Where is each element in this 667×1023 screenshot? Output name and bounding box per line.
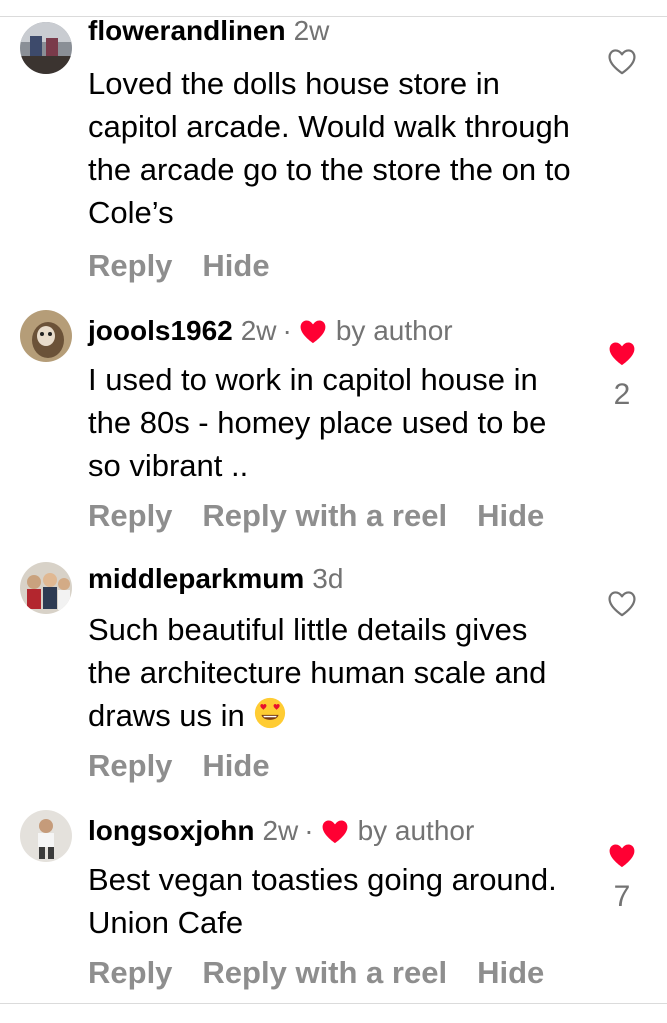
liked-by-author-label: by author	[335, 315, 453, 346]
comment-actions: Reply Hide	[88, 748, 270, 784]
comment-username[interactable]: middleparkmum	[88, 562, 304, 596]
reply-button[interactable]: Reply	[88, 248, 172, 284]
avatar[interactable]	[20, 22, 72, 74]
like-count: 7	[613, 880, 631, 913]
comment-time: 2w	[240, 315, 277, 346]
comment-header: middleparkmum 3d	[88, 562, 343, 596]
reply-button[interactable]: Reply	[88, 748, 172, 784]
comment-actions: Reply Reply with a reel Hide	[88, 498, 544, 534]
comment-actions: Reply Reply with a reel Hide	[88, 955, 544, 991]
comment-actions: Reply Hide	[88, 248, 270, 284]
comment-time: 3d	[312, 563, 344, 594]
heart-eyes-emoji-icon	[255, 697, 286, 729]
comment-header: joools1962 2w · by author	[88, 314, 453, 348]
reply-button[interactable]: Reply	[88, 498, 172, 534]
comment-username[interactable]: longsoxjohn	[88, 814, 254, 848]
heart-outline-icon	[608, 49, 636, 75]
comment-text: I used to work in capitol house in the 8…	[88, 362, 547, 483]
hide-button[interactable]: Hide	[477, 955, 544, 991]
like-button[interactable]: 7	[604, 842, 640, 914]
like-button[interactable]	[604, 48, 640, 80]
hide-button[interactable]: Hide	[477, 498, 544, 534]
heart-filled-icon	[609, 342, 635, 366]
heart-filled-icon	[322, 819, 347, 843]
reply-with-reel-button[interactable]: Reply with a reel	[202, 498, 447, 534]
heart-outline-icon	[608, 591, 636, 617]
separator-dot: ·	[282, 315, 292, 346]
bottom-divider	[0, 1003, 667, 1004]
comment-time: 2w	[262, 815, 299, 846]
comment-header: longsoxjohn 2w · by author	[88, 814, 474, 848]
avatar[interactable]	[20, 810, 72, 862]
comment-username[interactable]: flowerandlinen	[88, 14, 286, 48]
heart-filled-icon	[300, 319, 326, 343]
separator-dot: ·	[304, 815, 314, 846]
comment-text: Best vegan toasties going around. Union …	[88, 862, 557, 940]
liked-by-author-label: by author	[357, 815, 475, 846]
comment-header: flowerandlinen 2w	[88, 14, 329, 48]
like-count: 2	[613, 378, 631, 411]
reply-with-reel-button[interactable]: Reply with a reel	[202, 955, 447, 991]
comment-time: 2w	[293, 15, 330, 46]
comment-text: Such beautiful little details gives the …	[88, 608, 578, 737]
heart-filled-icon	[609, 844, 635, 868]
comment-username[interactable]: joools1962	[88, 314, 233, 348]
like-button[interactable]	[604, 590, 640, 622]
comment-text: Loved the dolls house store in capitol a…	[88, 66, 571, 230]
hide-button[interactable]: Hide	[202, 748, 269, 784]
avatar[interactable]	[20, 562, 72, 614]
avatar[interactable]	[20, 310, 72, 362]
like-button[interactable]: 2	[604, 340, 640, 412]
hide-button[interactable]: Hide	[202, 248, 269, 284]
comment-text-content: Such beautiful little details gives the …	[88, 612, 547, 733]
reply-button[interactable]: Reply	[88, 955, 172, 991]
